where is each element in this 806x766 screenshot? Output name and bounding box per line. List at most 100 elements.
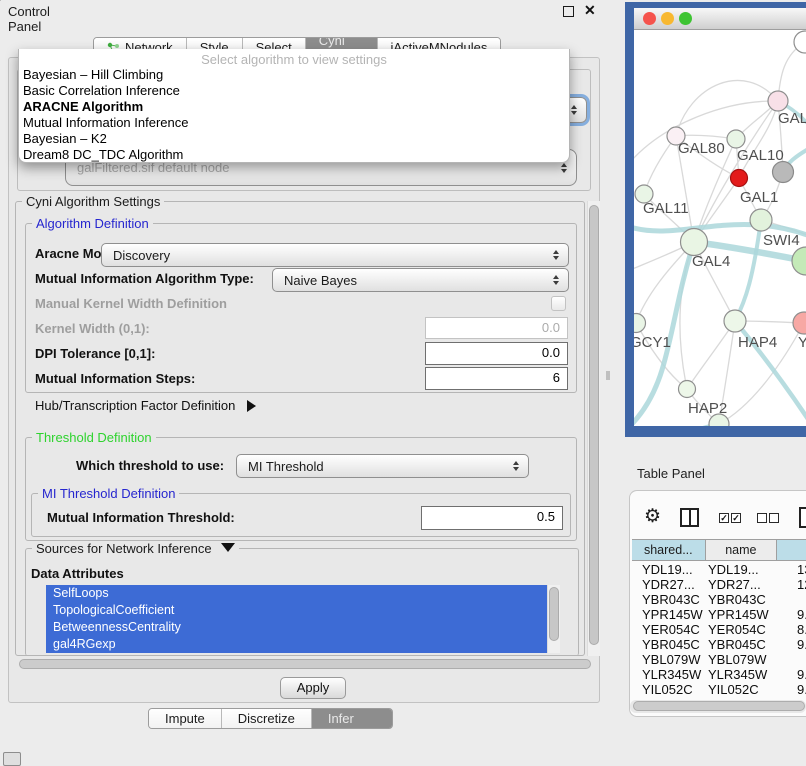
table-row[interactable]: YDL19...YDL19...13 (632, 562, 806, 577)
table-row[interactable]: YIL052CYIL052C9. (632, 682, 806, 695)
network-node[interactable] (773, 162, 794, 183)
tab-infer-network[interactable]: Infer Network (312, 709, 392, 728)
dropdown-item[interactable]: Mutual Information Inference (19, 115, 569, 131)
network-node[interactable] (792, 247, 806, 275)
attributes-scrollbar[interactable] (547, 585, 560, 653)
select-all-checkboxes-icon[interactable]: ✓✓ (719, 513, 741, 523)
settings-horizontal-scrollbar[interactable] (17, 658, 595, 671)
data-attributes-list[interactable]: SelfLoopsTopologicalCoefficientBetweenne… (46, 585, 547, 653)
node-label: HAP2 (688, 400, 727, 417)
mi-threshold-legend: MI Threshold Definition (38, 486, 179, 501)
column-selector-icon[interactable] (680, 508, 699, 527)
attribute-item[interactable]: BetweennessCentrality (46, 619, 547, 636)
which-threshold-combo[interactable]: MI Threshold (236, 454, 529, 478)
minimized-panel-icon[interactable] (3, 752, 21, 766)
column-header[interactable]: name (706, 540, 778, 560)
manual-kernel-label: Manual Kernel Width Definition (35, 296, 227, 311)
node-label: GAL1 (740, 189, 778, 206)
attribute-item[interactable]: TopologicalCoefficient (46, 602, 547, 619)
tab-discretize-data[interactable]: Discretize Data (222, 709, 312, 728)
combo-spinner-icon (548, 275, 568, 285)
deselect-all-checkboxes-icon[interactable] (757, 513, 779, 523)
table-header-row[interactable]: shared...name (632, 539, 806, 561)
combo-spinner-icon (556, 163, 576, 173)
tab-impute-data[interactable]: Impute Data (149, 709, 222, 728)
manual-kernel-checkbox[interactable] (551, 296, 566, 311)
table-row[interactable]: YER054CYER054C8. (632, 622, 806, 637)
network-node[interactable] (681, 229, 708, 256)
cyni-settings-legend: Cyni Algorithm Settings (22, 194, 164, 209)
network-node[interactable] (731, 170, 748, 187)
dropdown-item[interactable]: Bayesian – Hill Climbing (19, 67, 569, 83)
kernel-width-field[interactable]: 0.0 (425, 317, 568, 339)
expanded-arrow-icon (221, 543, 235, 552)
minimize-traffic-light-icon[interactable] (661, 12, 674, 25)
dropdown-items: Bayesian – Hill ClimbingBasic Correlatio… (19, 67, 569, 163)
table-panel-title: Table Panel (637, 466, 705, 481)
network-node[interactable] (727, 130, 745, 148)
close-traffic-light-icon[interactable] (643, 12, 656, 25)
aracne-mode-combo[interactable]: Discovery (101, 243, 569, 267)
table-row[interactable]: YBR043CYBR043C (632, 592, 806, 607)
mi-algorithm-type-combo[interactable]: Naive Bayes (272, 268, 569, 292)
table-row[interactable]: YBL079WYBL079W (632, 652, 806, 667)
table-settings-gear-icon[interactable]: ⚙ (644, 507, 661, 526)
cyni-mode-tab-bar: Impute DataDiscretize DataInfer Network (148, 708, 393, 729)
data-attributes-label: Data Attributes (31, 566, 124, 581)
node-label: HAP4 (738, 334, 777, 351)
close-icon[interactable]: ✕ (584, 2, 596, 19)
table-row[interactable]: YLR345WYLR345W9. (632, 667, 806, 682)
combo-spinner-icon (508, 461, 528, 471)
settings-vertical-scrollbar[interactable] (587, 201, 600, 656)
attribute-item[interactable]: gal4RGexp (46, 636, 547, 653)
dropdown-item[interactable]: Basic Correlation Inference (19, 83, 569, 99)
column-header[interactable] (777, 540, 806, 560)
network-node[interactable] (768, 91, 788, 111)
mi-steps-field[interactable]: 6 (425, 367, 568, 390)
panel-divider-handle[interactable] (606, 371, 610, 380)
zoom-traffic-light-icon[interactable] (679, 12, 692, 25)
mi-steps-label: Mutual Information Steps: (35, 371, 195, 386)
mi-threshold-label: Mutual Information Threshold: (47, 510, 235, 525)
dropdown-item[interactable]: Bayesian – K2 (19, 131, 569, 147)
kernel-width-label: Kernel Width (0,1): (35, 321, 150, 336)
algorithm-dropdown-popup: Select algorithm to view settings Bayesi… (18, 49, 570, 163)
float-window-icon[interactable] (563, 6, 574, 17)
mi-threshold-field[interactable]: 0.5 (421, 506, 563, 530)
network-node[interactable] (793, 312, 806, 334)
dropdown-item[interactable]: ARACNE Algorithm (19, 99, 569, 115)
dpi-tolerance-field[interactable]: 0.0 (425, 342, 568, 365)
control-panel-title: Control Panel (8, 4, 50, 34)
dropdown-item[interactable]: Dream8 DC_TDC Algorithm (19, 147, 569, 163)
collapsed-arrow-icon (247, 400, 256, 412)
network-node[interactable] (750, 209, 772, 231)
mi-type-label: Mutual Information Algorithm Type: (35, 271, 254, 286)
network-node[interactable] (634, 314, 646, 333)
function-builder-icon[interactable] (799, 507, 806, 528)
node-label: GAL (778, 110, 806, 127)
network-view-window: GALGAL80GAL10GAL1GAL11SWI4GAL4GCY1HAP4YH… (625, 2, 806, 437)
network-window-titlebar[interactable] (634, 8, 806, 30)
network-node[interactable] (679, 381, 696, 398)
network-graph: GALGAL80GAL10GAL1GAL11SWI4GAL4GCY1HAP4YH… (634, 30, 806, 426)
dpi-tolerance-label: DPI Tolerance [0,1]: (35, 346, 155, 361)
column-header[interactable]: shared... (632, 540, 706, 560)
table-row[interactable]: YPR145WYPR145W9. (632, 607, 806, 622)
table-row[interactable]: YBR045CYBR045C9. (632, 637, 806, 652)
node-label: SWI4 (763, 232, 800, 249)
attribute-item[interactable]: SelfLoops (46, 585, 547, 602)
node-label: GAL80 (678, 140, 725, 157)
threshold-definition-legend: Threshold Definition (32, 430, 156, 445)
network-node[interactable] (724, 310, 746, 332)
control-panel-window: Control Panel ✕ NetworkStyleSelectCyni T… (0, 0, 1, 1)
table-panel: ⚙ ✓✓ shared...name YDL19...YDL19...13YDR… (629, 490, 806, 717)
dropdown-prompt: Select algorithm to view settings (19, 52, 569, 67)
table-rows[interactable]: YDL19...YDL19...13YDR27...YDR27...12YBR0… (632, 562, 806, 695)
table-row[interactable]: YDR27...YDR27...12 (632, 577, 806, 592)
apply-button[interactable]: Apply (280, 677, 346, 699)
table-horizontal-scrollbar[interactable] (630, 700, 806, 713)
sources-legend[interactable]: Sources for Network Inference (32, 541, 239, 556)
hub-definition-toggle[interactable]: Hub/Transcription Factor Definition (35, 398, 256, 413)
node-label: GAL4 (692, 253, 730, 270)
network-canvas[interactable]: GALGAL80GAL10GAL1GAL11SWI4GAL4GCY1HAP4YH… (634, 30, 806, 426)
